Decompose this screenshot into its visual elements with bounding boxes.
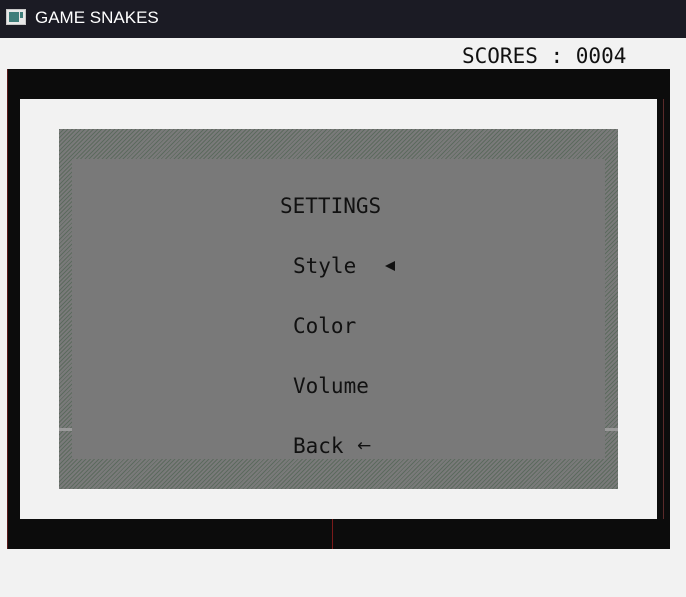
board-bottom-tick [332,519,333,549]
menu-item-style[interactable]: Style [293,253,356,279]
window-title: GAME SNAKES [35,8,159,27]
settings-panel: SETTINGS Style Color Volume Back ← [72,159,605,459]
frame-notch-left [59,428,73,431]
settings-panel-frame: SETTINGS Style Color Volume Back ← [59,129,618,489]
scores-display: SCORES : 0004 [462,44,627,68]
menu-item-back[interactable]: Back [293,433,344,459]
menu-item-color[interactable]: Color [293,313,356,339]
left-triangle-icon [385,261,395,271]
app-icon [6,9,26,25]
board-edge-left [7,69,8,549]
menu-item-volume[interactable]: Volume [293,373,369,399]
frame-notch-right [604,428,618,431]
settings-title: SETTINGS [280,194,382,218]
board-edge-right [663,99,664,519]
window-titlebar: GAME SNAKES [0,0,686,38]
left-arrow-icon: ← [357,436,372,456]
board-playfield: SETTINGS Style Color Volume Back ← [20,99,657,519]
game-board: SETTINGS Style Color Volume Back ← [7,69,670,549]
